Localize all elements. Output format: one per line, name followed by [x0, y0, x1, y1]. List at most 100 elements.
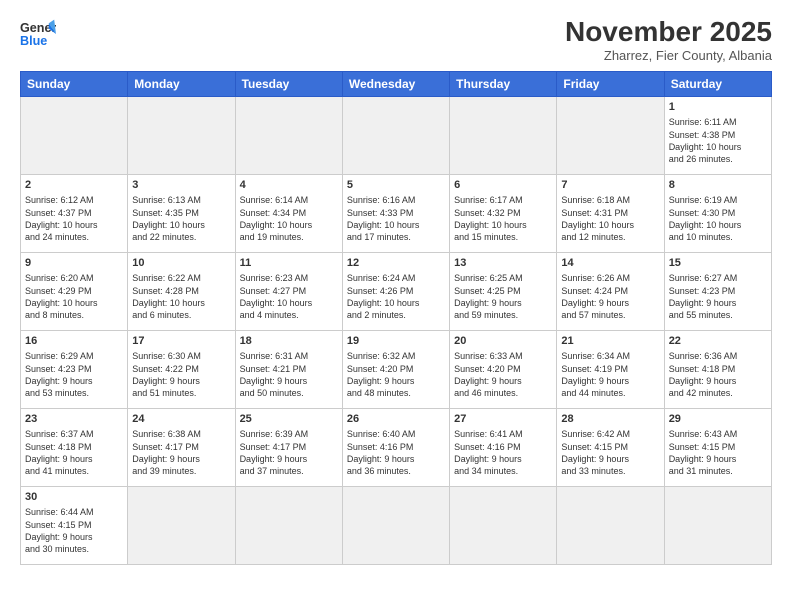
calendar-week-0: 1Sunrise: 6:11 AM Sunset: 4:38 PM Daylig…	[21, 97, 772, 175]
day-number: 10	[132, 256, 230, 271]
day-info: Sunrise: 6:32 AM Sunset: 4:20 PM Dayligh…	[347, 350, 445, 399]
calendar-week-2: 9Sunrise: 6:20 AM Sunset: 4:29 PM Daylig…	[21, 253, 772, 331]
day-info: Sunrise: 6:12 AM Sunset: 4:37 PM Dayligh…	[25, 194, 123, 243]
calendar-header-row: SundayMondayTuesdayWednesdayThursdayFrid…	[21, 72, 772, 97]
logo: General Blue	[20, 16, 56, 52]
calendar-weekday-tuesday: Tuesday	[235, 72, 342, 97]
subtitle: Zharrez, Fier County, Albania	[565, 48, 772, 63]
calendar-cell: 14Sunrise: 6:26 AM Sunset: 4:24 PM Dayli…	[557, 253, 664, 331]
day-info: Sunrise: 6:13 AM Sunset: 4:35 PM Dayligh…	[132, 194, 230, 243]
day-info: Sunrise: 6:22 AM Sunset: 4:28 PM Dayligh…	[132, 272, 230, 321]
day-info: Sunrise: 6:41 AM Sunset: 4:16 PM Dayligh…	[454, 428, 552, 477]
calendar-cell: 17Sunrise: 6:30 AM Sunset: 4:22 PM Dayli…	[128, 331, 235, 409]
calendar-cell	[128, 487, 235, 565]
calendar-cell	[21, 97, 128, 175]
calendar-table: SundayMondayTuesdayWednesdayThursdayFrid…	[20, 71, 772, 565]
calendar-cell: 22Sunrise: 6:36 AM Sunset: 4:18 PM Dayli…	[664, 331, 771, 409]
day-number: 8	[669, 178, 767, 193]
day-number: 20	[454, 334, 552, 349]
calendar-cell	[342, 487, 449, 565]
day-number: 26	[347, 412, 445, 427]
calendar-cell: 30Sunrise: 6:44 AM Sunset: 4:15 PM Dayli…	[21, 487, 128, 565]
calendar-cell: 19Sunrise: 6:32 AM Sunset: 4:20 PM Dayli…	[342, 331, 449, 409]
day-number: 21	[561, 334, 659, 349]
calendar-cell: 3Sunrise: 6:13 AM Sunset: 4:35 PM Daylig…	[128, 175, 235, 253]
day-info: Sunrise: 6:20 AM Sunset: 4:29 PM Dayligh…	[25, 272, 123, 321]
day-number: 22	[669, 334, 767, 349]
calendar-weekday-sunday: Sunday	[21, 72, 128, 97]
day-number: 6	[454, 178, 552, 193]
day-number: 4	[240, 178, 338, 193]
day-number: 9	[25, 256, 123, 271]
day-info: Sunrise: 6:37 AM Sunset: 4:18 PM Dayligh…	[25, 428, 123, 477]
title-block: November 2025 Zharrez, Fier County, Alba…	[565, 16, 772, 63]
calendar-week-1: 2Sunrise: 6:12 AM Sunset: 4:37 PM Daylig…	[21, 175, 772, 253]
day-number: 14	[561, 256, 659, 271]
calendar-cell: 25Sunrise: 6:39 AM Sunset: 4:17 PM Dayli…	[235, 409, 342, 487]
calendar-cell	[557, 97, 664, 175]
calendar-cell: 9Sunrise: 6:20 AM Sunset: 4:29 PM Daylig…	[21, 253, 128, 331]
day-info: Sunrise: 6:18 AM Sunset: 4:31 PM Dayligh…	[561, 194, 659, 243]
calendar-weekday-monday: Monday	[128, 72, 235, 97]
calendar-cell: 2Sunrise: 6:12 AM Sunset: 4:37 PM Daylig…	[21, 175, 128, 253]
calendar-cell	[128, 97, 235, 175]
calendar-cell	[235, 97, 342, 175]
calendar-cell: 26Sunrise: 6:40 AM Sunset: 4:16 PM Dayli…	[342, 409, 449, 487]
day-number: 17	[132, 334, 230, 349]
day-info: Sunrise: 6:44 AM Sunset: 4:15 PM Dayligh…	[25, 506, 123, 555]
calendar-cell: 27Sunrise: 6:41 AM Sunset: 4:16 PM Dayli…	[450, 409, 557, 487]
day-info: Sunrise: 6:24 AM Sunset: 4:26 PM Dayligh…	[347, 272, 445, 321]
calendar-cell: 15Sunrise: 6:27 AM Sunset: 4:23 PM Dayli…	[664, 253, 771, 331]
calendar-cell: 5Sunrise: 6:16 AM Sunset: 4:33 PM Daylig…	[342, 175, 449, 253]
calendar-weekday-thursday: Thursday	[450, 72, 557, 97]
calendar-cell	[342, 97, 449, 175]
calendar-cell: 29Sunrise: 6:43 AM Sunset: 4:15 PM Dayli…	[664, 409, 771, 487]
day-number: 1	[669, 100, 767, 115]
day-number: 29	[669, 412, 767, 427]
logo-icon: General Blue	[20, 16, 56, 52]
day-info: Sunrise: 6:43 AM Sunset: 4:15 PM Dayligh…	[669, 428, 767, 477]
calendar-cell	[664, 487, 771, 565]
day-number: 2	[25, 178, 123, 193]
day-number: 28	[561, 412, 659, 427]
calendar-cell: 13Sunrise: 6:25 AM Sunset: 4:25 PM Dayli…	[450, 253, 557, 331]
calendar-weekday-saturday: Saturday	[664, 72, 771, 97]
day-number: 11	[240, 256, 338, 271]
day-info: Sunrise: 6:31 AM Sunset: 4:21 PM Dayligh…	[240, 350, 338, 399]
day-info: Sunrise: 6:36 AM Sunset: 4:18 PM Dayligh…	[669, 350, 767, 399]
day-number: 18	[240, 334, 338, 349]
day-number: 19	[347, 334, 445, 349]
page: General Blue November 2025 Zharrez, Fier…	[0, 0, 792, 612]
day-info: Sunrise: 6:40 AM Sunset: 4:16 PM Dayligh…	[347, 428, 445, 477]
day-info: Sunrise: 6:16 AM Sunset: 4:33 PM Dayligh…	[347, 194, 445, 243]
calendar-cell: 7Sunrise: 6:18 AM Sunset: 4:31 PM Daylig…	[557, 175, 664, 253]
day-info: Sunrise: 6:38 AM Sunset: 4:17 PM Dayligh…	[132, 428, 230, 477]
day-number: 3	[132, 178, 230, 193]
day-info: Sunrise: 6:34 AM Sunset: 4:19 PM Dayligh…	[561, 350, 659, 399]
month-title: November 2025	[565, 16, 772, 48]
day-info: Sunrise: 6:11 AM Sunset: 4:38 PM Dayligh…	[669, 116, 767, 165]
day-info: Sunrise: 6:39 AM Sunset: 4:17 PM Dayligh…	[240, 428, 338, 477]
calendar-cell: 12Sunrise: 6:24 AM Sunset: 4:26 PM Dayli…	[342, 253, 449, 331]
day-info: Sunrise: 6:25 AM Sunset: 4:25 PM Dayligh…	[454, 272, 552, 321]
calendar-week-5: 30Sunrise: 6:44 AM Sunset: 4:15 PM Dayli…	[21, 487, 772, 565]
calendar-week-4: 23Sunrise: 6:37 AM Sunset: 4:18 PM Dayli…	[21, 409, 772, 487]
day-info: Sunrise: 6:19 AM Sunset: 4:30 PM Dayligh…	[669, 194, 767, 243]
calendar-cell	[450, 97, 557, 175]
day-info: Sunrise: 6:42 AM Sunset: 4:15 PM Dayligh…	[561, 428, 659, 477]
day-number: 23	[25, 412, 123, 427]
calendar-cell: 6Sunrise: 6:17 AM Sunset: 4:32 PM Daylig…	[450, 175, 557, 253]
day-info: Sunrise: 6:33 AM Sunset: 4:20 PM Dayligh…	[454, 350, 552, 399]
calendar-cell	[450, 487, 557, 565]
header: General Blue November 2025 Zharrez, Fier…	[20, 16, 772, 63]
calendar-cell: 10Sunrise: 6:22 AM Sunset: 4:28 PM Dayli…	[128, 253, 235, 331]
calendar-cell: 23Sunrise: 6:37 AM Sunset: 4:18 PM Dayli…	[21, 409, 128, 487]
calendar-cell: 18Sunrise: 6:31 AM Sunset: 4:21 PM Dayli…	[235, 331, 342, 409]
calendar-cell: 20Sunrise: 6:33 AM Sunset: 4:20 PM Dayli…	[450, 331, 557, 409]
calendar-cell	[235, 487, 342, 565]
day-number: 24	[132, 412, 230, 427]
day-number: 16	[25, 334, 123, 349]
calendar-cell: 8Sunrise: 6:19 AM Sunset: 4:30 PM Daylig…	[664, 175, 771, 253]
calendar-cell: 28Sunrise: 6:42 AM Sunset: 4:15 PM Dayli…	[557, 409, 664, 487]
calendar-cell: 4Sunrise: 6:14 AM Sunset: 4:34 PM Daylig…	[235, 175, 342, 253]
